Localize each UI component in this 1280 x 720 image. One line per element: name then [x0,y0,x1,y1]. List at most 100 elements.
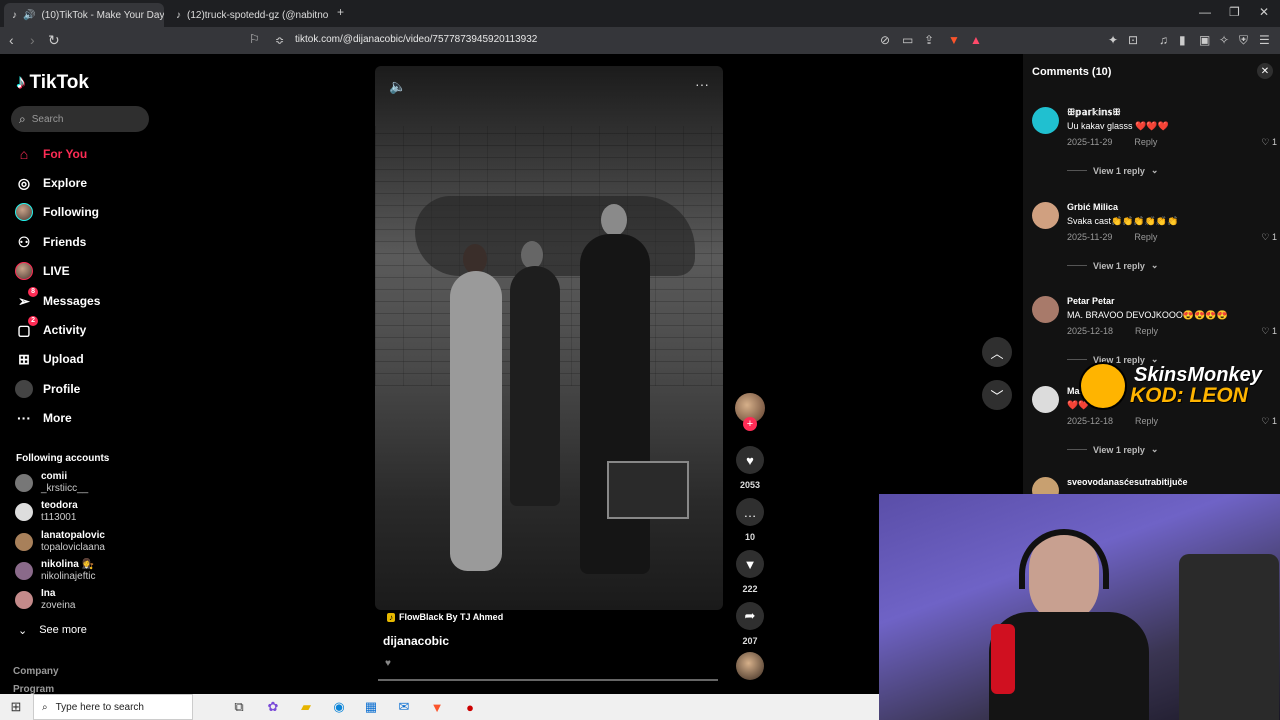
more-options-icon[interactable]: ··· [695,76,709,92]
tab-truck-spotedd[interactable]: ♪ (12)truck-spotedd-gz (@nabitno16) | [168,3,328,27]
avatar[interactable] [1032,386,1059,413]
nav-following[interactable]: Following [15,203,99,221]
reply-button[interactable]: Reply [1135,326,1158,336]
close-comments-button[interactable]: ✕ [1257,63,1273,79]
bookmark-icon[interactable]: ⚐ [249,32,260,46]
forward-icon[interactable]: › [30,32,35,48]
site-info-icon[interactable]: ≎ [275,34,284,47]
wallet-icon[interactable]: ▣ [1199,33,1210,47]
comment-user[interactable]: Grbić Milica [1067,202,1118,212]
reply-button[interactable]: Reply [1135,416,1158,426]
video-progress-bar[interactable] [378,679,718,681]
comment-user[interactable]: sveovodanasćesutrabitijuče [1067,477,1188,487]
nav-messages[interactable]: ➢ 8 Messages [15,287,101,310]
nav-profile[interactable]: Profile [15,380,80,398]
following-account[interactable]: comii _krstiicc__ [15,471,88,495]
brave-icon[interactable]: ▼ [428,698,446,716]
video-author[interactable]: dijanacobic [383,634,449,648]
following-account[interactable]: Ina zoveina [15,588,75,612]
nav-label: Upload [43,352,84,366]
comment-user[interactable]: ꕥ𝕡𝕒𝕣𝕜𝕚𝕟𝕤ꕥ [1067,107,1121,118]
extensions-icon[interactable]: ✦ [1108,33,1118,47]
following-account[interactable]: nikolina 👩‍⚖️ nikolinajeftic [15,559,95,583]
reload-icon[interactable]: ↻ [48,32,60,49]
see-more-button[interactable]: ⌄ See more [18,624,87,637]
share-icon[interactable]: ⇪ [924,33,934,47]
vpn-icon[interactable]: ⛨ [1239,33,1248,48]
cast-icon[interactable]: ▭ [902,33,913,47]
nav-friends[interactable]: ⚇ Friends [15,233,87,251]
volume-icon[interactable]: 🔈 [389,78,406,95]
avatar[interactable] [1032,296,1059,323]
minimize-icon[interactable]: — [1199,5,1211,19]
back-icon[interactable]: ‹ [9,32,14,48]
url-field[interactable]: tiktok.com/@dijanacobic/video/7577873945… [295,34,537,45]
video-player[interactable]: 🔈 ··· [375,66,723,610]
store-icon[interactable]: ▦ [362,698,380,716]
tiktok-app-icon[interactable]: ● [461,698,479,716]
comment-like[interactable]: ♡ 1 [1261,326,1277,337]
copilot-icon[interactable]: ✿ [264,698,282,716]
account-handle: nikolinajeftic [41,571,96,582]
nav-label: Messages [43,294,101,308]
footer-company[interactable]: Company [13,666,59,677]
heart-small-icon[interactable]: ♥ [385,658,391,669]
nav-activity[interactable]: ▢ 2 Activity [15,316,86,339]
screenshot-icon[interactable]: ⊡ [1128,33,1138,47]
view-replies-button[interactable]: View 1 reply ⌄ [1067,444,1158,455]
outlook-icon[interactable]: ✉ [395,698,413,716]
singer-left [450,271,502,571]
following-account[interactable]: lanatopalovic topaloviclaana [15,530,105,554]
avatar[interactable] [1032,107,1059,134]
view-replies-button[interactable]: View 1 reply ⌄ [1067,260,1158,271]
reply-button[interactable]: Reply [1134,137,1157,147]
nav-label: Following [43,205,99,219]
taskbar-search[interactable]: ⌕ Type here to search [33,694,193,720]
nav-live[interactable]: LIVE [15,262,70,280]
nav-explore[interactable]: ◎ Explore [15,174,87,192]
view-replies-button[interactable]: View 1 reply ⌄ [1067,165,1158,176]
like-button[interactable]: ♥ 2053 [735,446,765,490]
brave-shield-icon[interactable]: ▼ [948,33,960,47]
brave-rewards-icon[interactable]: ▲ [970,33,982,47]
comment-like[interactable]: ♡ 1 [1261,416,1277,427]
comment-like[interactable]: ♡ 1 [1261,137,1277,148]
media-icon[interactable]: ♫ [1159,33,1168,47]
speaker-icon[interactable]: 🔊 [23,10,35,21]
new-tab-button[interactable]: + [337,5,344,19]
music-disc-button[interactable] [735,652,765,680]
nav-upload[interactable]: ⊞ Upload [15,350,84,368]
music-chip[interactable]: ♪ FlowBlack By TJ Ahmed [387,612,503,622]
creator-avatar-button[interactable]: + [735,393,765,431]
menu-icon[interactable]: ☰ [1259,33,1270,47]
previous-video-button[interactable]: ︿ [982,337,1012,367]
task-view-icon[interactable]: ⧉ [230,698,248,716]
comment-like[interactable]: ♡ 1 [1261,232,1277,243]
tab-tiktok[interactable]: ♪ 🔊 (10)TikTok - Make Your Day ✕ [4,3,164,27]
file-explorer-icon[interactable]: ▰ [297,698,315,716]
comment-user[interactable]: Petar Petar [1067,296,1115,306]
sidebar-toggle-icon[interactable]: ▮ [1179,33,1186,47]
following-account[interactable]: teodora t113001 [15,500,78,524]
edge-icon[interactable]: ◉ [330,698,348,716]
reply-button[interactable]: Reply [1134,232,1157,242]
save-button[interactable]: ▼ 222 [735,550,765,594]
music-disc-icon [736,652,764,680]
search-box[interactable]: ⌕ [11,106,149,132]
avatar [15,591,33,609]
mute-site-icon[interactable]: ⊘ [880,33,890,47]
nav-for-you[interactable]: ⌂ For You [15,145,87,163]
share-button[interactable]: ➦ 207 [735,602,765,646]
tiktok-logo[interactable]: ♪ TikTok [16,72,89,94]
nav-more[interactable]: ··· More [15,409,72,427]
windows-start-icon[interactable]: ⊞ [7,698,25,716]
follow-plus-icon[interactable]: + [743,417,757,431]
restore-icon[interactable]: ❐ [1229,5,1240,19]
leo-ai-icon[interactable]: ✧ [1219,33,1229,47]
search-input[interactable] [31,113,132,125]
comment-button[interactable]: … 10 [735,498,765,542]
heart-icon: ♥ [736,446,764,474]
close-window-icon[interactable]: ✕ [1259,5,1269,19]
next-video-button[interactable]: ﹀ [982,380,1012,410]
avatar[interactable] [1032,202,1059,229]
